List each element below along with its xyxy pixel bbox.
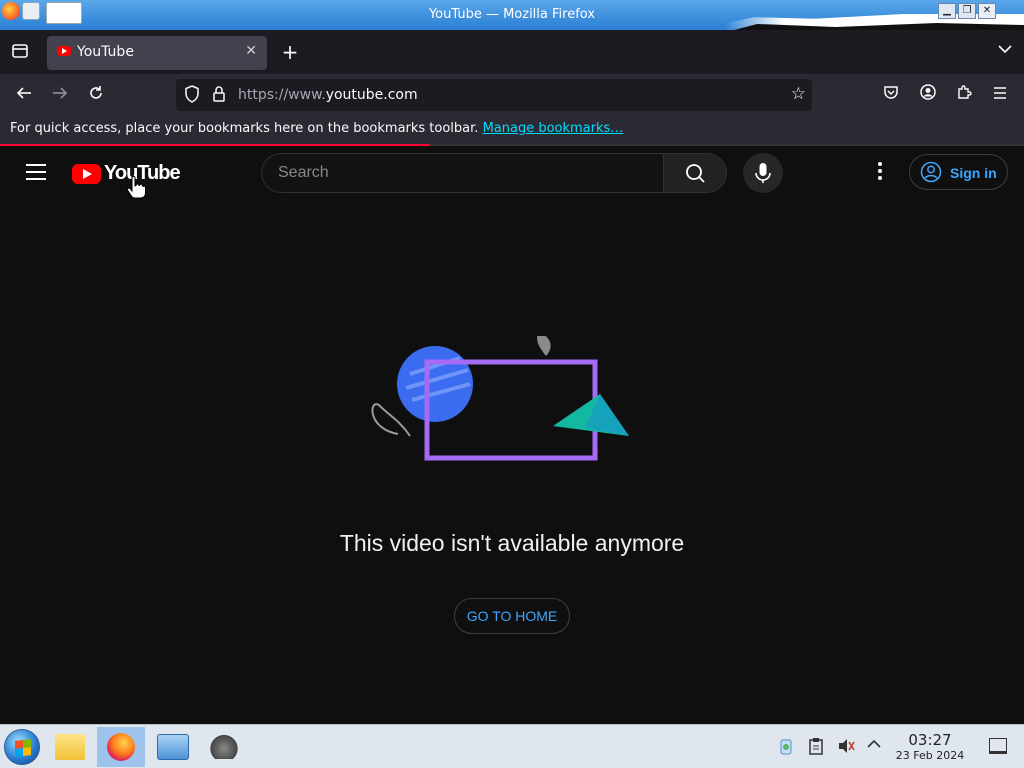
window-titlebar: YouTube — Mozilla Firefox ▁ ❐ ✕ (0, 0, 1024, 30)
reload-icon (90, 86, 102, 99)
window-controls: ▁ ❐ ✕ (938, 3, 996, 19)
tracking-protection-icon[interactable] (184, 85, 200, 107)
search-icon (686, 164, 705, 183)
unavailable-video-illustration (371, 336, 629, 461)
tray-volume-muted-icon[interactable] (836, 737, 856, 757)
pocket-icon (884, 86, 898, 99)
maximize-button[interactable]: ❐ (958, 3, 976, 19)
tray-network-icon[interactable] (776, 737, 796, 757)
voice-search-button[interactable] (743, 153, 783, 193)
tray-expand-icon[interactable] (864, 737, 884, 757)
close-window-button[interactable]: ✕ (978, 3, 996, 19)
hamburger-menu-icon (994, 87, 1006, 99)
puzzle-icon (958, 85, 972, 99)
list-all-tabs-button[interactable] (998, 42, 1012, 58)
unavailable-message: This video isn't available anymore (339, 530, 685, 556)
search-button[interactable] (663, 153, 727, 193)
reload-button[interactable] (85, 84, 107, 106)
extensions-button[interactable] (953, 84, 975, 106)
youtube-play-icon (72, 163, 101, 184)
show-desktop-button[interactable] (989, 738, 1007, 754)
minimize-button[interactable]: ▁ (938, 3, 956, 19)
illustration-grey-drop (537, 336, 551, 356)
url-bar[interactable]: https://www.youtube.com ☆ (176, 79, 812, 111)
guide-menu-button[interactable] (26, 164, 46, 180)
microphone-icon (755, 163, 771, 183)
account-button[interactable] (917, 84, 939, 106)
go-to-home-button[interactable]: GO TO HOME (454, 598, 570, 634)
forward-button[interactable] (49, 84, 71, 106)
account-circle-icon (920, 161, 942, 183)
taskbar-gimp[interactable] (200, 727, 248, 767)
start-menu-button[interactable] (4, 729, 40, 765)
taskbar-control-panel[interactable] (149, 727, 197, 767)
control-panel-icon (157, 734, 189, 760)
chevron-down-icon (998, 45, 1012, 54)
youtube-favicon-icon (57, 46, 71, 56)
lock-icon[interactable] (212, 85, 226, 107)
tab-close-icon[interactable]: ✕ (245, 43, 257, 59)
clock-date: 23 Feb 2024 (895, 749, 965, 762)
tab-strip: YouTube ✕ + (0, 30, 1024, 74)
firefox-view-button[interactable] (10, 42, 30, 62)
search-box[interactable] (261, 153, 664, 193)
arrow-left-icon (16, 87, 31, 99)
illustration-squiggle (371, 403, 411, 437)
bookmarks-toolbar: For quick access, place your bookmarks h… (0, 116, 1024, 144)
tab-label: YouTube (77, 44, 134, 60)
settings-more-button[interactable] (870, 162, 890, 184)
tab-youtube[interactable]: YouTube ✕ (47, 36, 267, 70)
tray-clipboard-icon[interactable] (806, 737, 826, 757)
folder-icon (55, 734, 85, 760)
clock-time: 03:27 (908, 731, 952, 749)
taskbar-firefox[interactable] (97, 727, 145, 767)
hand-cursor-icon (126, 176, 146, 199)
pocket-button[interactable] (880, 84, 902, 106)
app-menu-button[interactable] (989, 84, 1011, 106)
new-tab-button[interactable]: + (280, 40, 300, 64)
navigation-toolbar: https://www.youtube.com ☆ (0, 74, 1024, 116)
search-input[interactable] (278, 164, 638, 182)
taskbar: 03:27 23 Feb 2024 (0, 724, 1024, 768)
gimp-icon (208, 733, 240, 759)
arrow-right-icon (53, 87, 68, 99)
sign-in-label: Sign in (950, 165, 997, 181)
url-text[interactable]: https://www.youtube.com (238, 87, 418, 103)
youtube-page: YouTube Sign in This video isn't availab… (0, 146, 1024, 724)
manage-bookmarks-link[interactable]: Manage bookmarks… (483, 121, 624, 136)
taskbar-file-manager[interactable] (47, 727, 95, 767)
firefox-icon (107, 733, 135, 761)
taskbar-clock[interactable]: 03:27 23 Feb 2024 (890, 731, 970, 762)
firefox-view-icon (12, 44, 28, 58)
bookmarks-hint-text: For quick access, place your bookmarks h… (10, 121, 483, 136)
back-button[interactable] (13, 84, 35, 106)
illustration-blue-circle (397, 346, 473, 422)
bookmark-star-icon[interactable]: ☆ (791, 84, 806, 104)
account-icon (920, 84, 936, 100)
sign-in-button[interactable]: Sign in (909, 154, 1008, 190)
